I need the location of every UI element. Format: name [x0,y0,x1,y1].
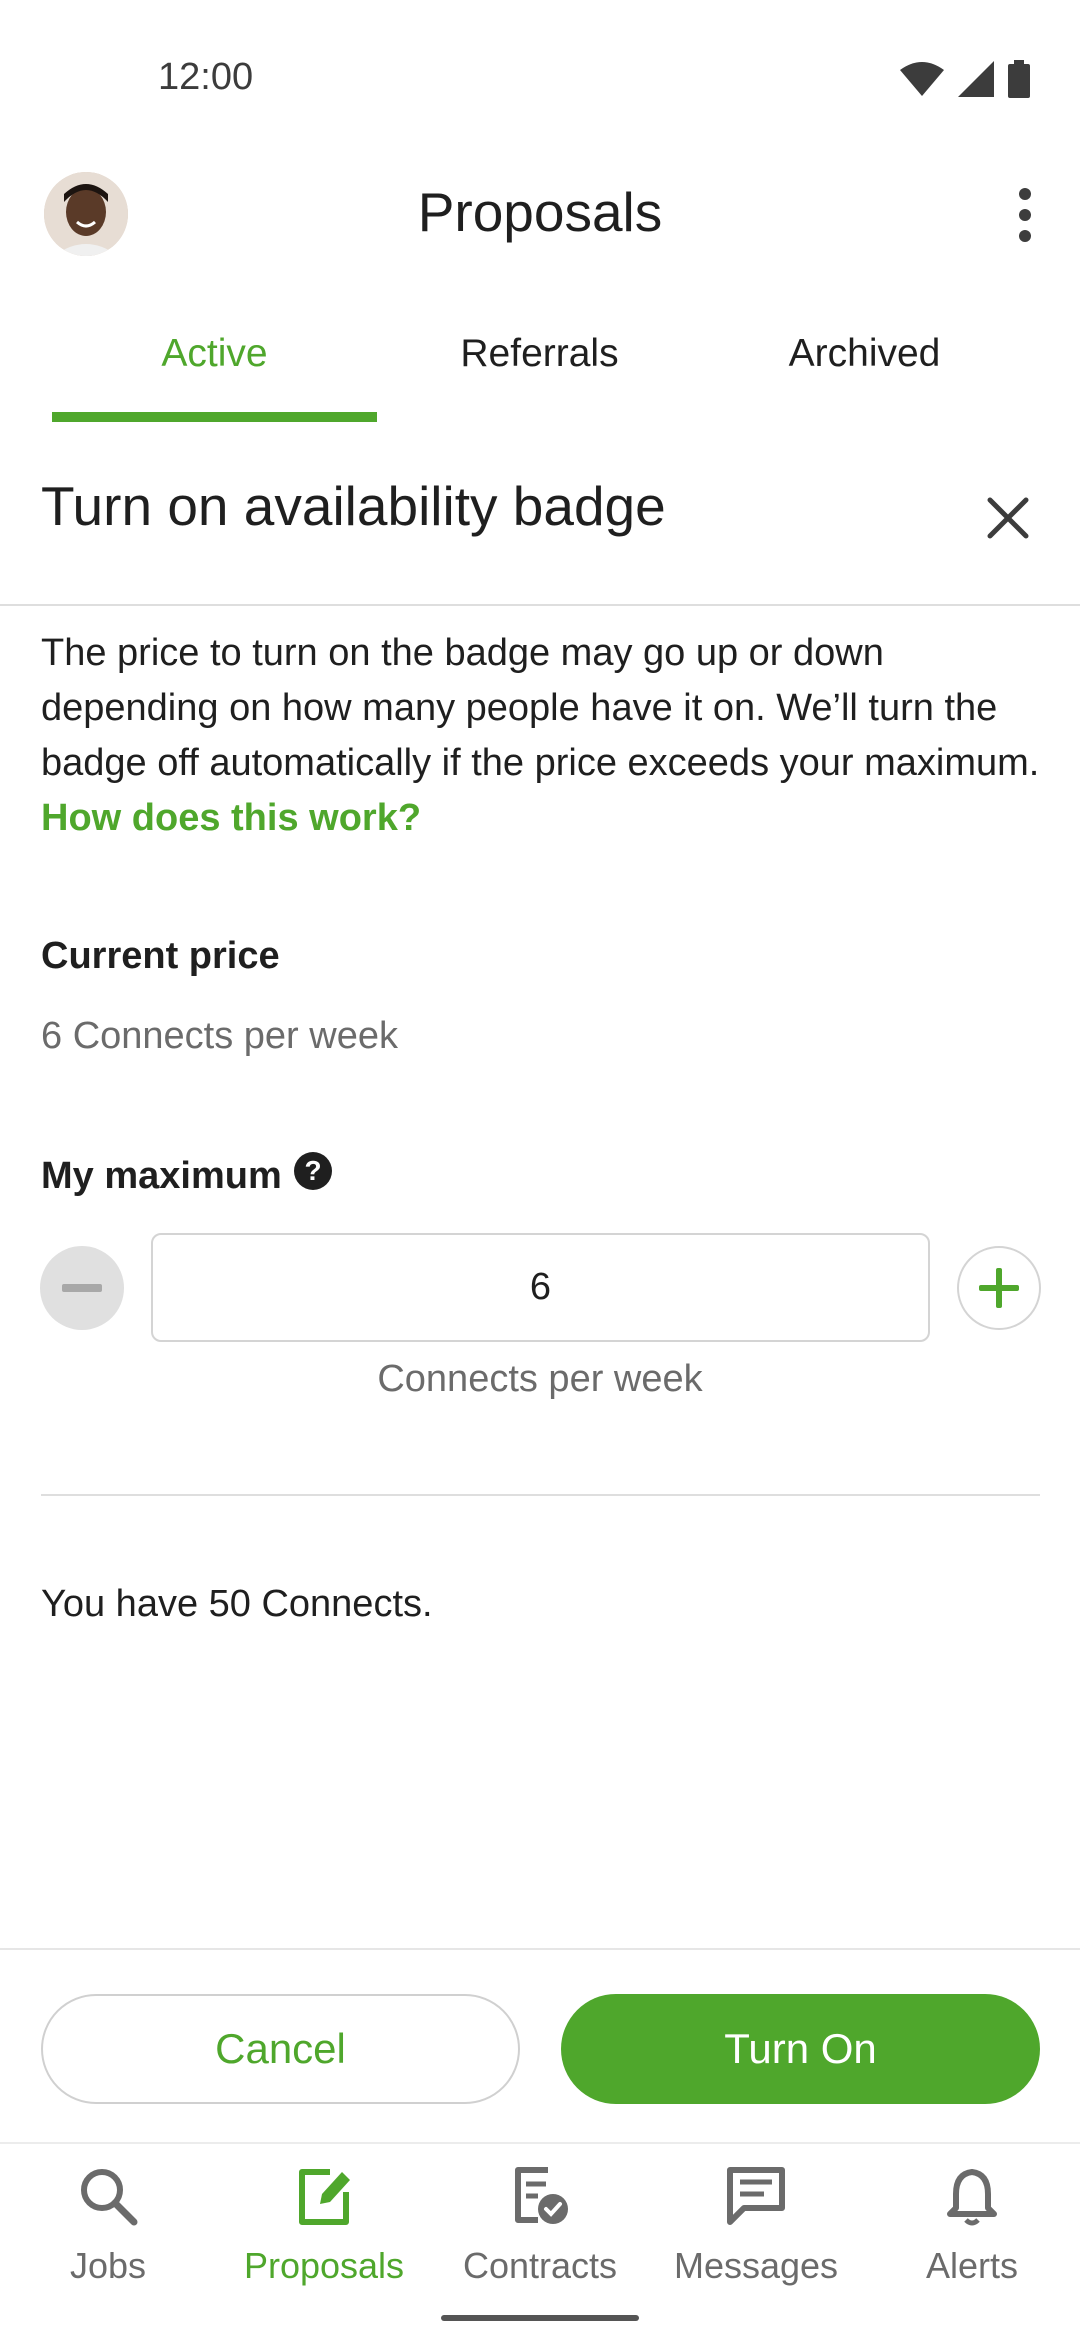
tab-bar: Active Referrals Archived [0,300,1080,422]
help-circle-icon[interactable]: ? [294,1152,332,1190]
page-title: Proposals [417,181,663,243]
maximum-input[interactable]: 6 [151,1233,930,1342]
nav-label: Proposals [243,2245,405,2286]
message-icon [727,2167,785,2225]
battery-icon [1008,60,1030,98]
turn-on-button[interactable]: Turn On [561,1994,1040,2104]
status-time: 12:00 [158,56,254,98]
nav-label: Alerts [925,2245,1019,2286]
cancel-button[interactable]: Cancel [41,1994,520,2104]
search-icon [81,2169,138,2226]
current-price-value: 6 Connects per week [41,1015,398,1057]
description-text: The price to turn on the badge may go up… [41,632,1040,784]
nav-item-messages[interactable]: Messages [648,2164,864,2287]
nav-label: Contracts [462,2245,618,2286]
nav-item-contracts[interactable]: Contracts [432,2164,648,2287]
how-does-this-work-link[interactable]: How does this work? [41,797,421,839]
nav-label: Messages [673,2245,839,2286]
nav-item-jobs[interactable]: Jobs [0,2164,216,2287]
tab-referrals[interactable]: Referrals [377,300,702,422]
status-bar: 12:00 [0,0,1080,160]
sheet-title: Turn on availability badge [41,475,666,537]
badge-description: The price to turn on the badge may go up… [41,626,1041,846]
more-vert-icon[interactable] [990,180,1060,250]
bottom-nav: Jobs Proposals Contracts Messages Alerts [0,2142,1080,2340]
nav-item-proposals[interactable]: Proposals [216,2164,432,2287]
connects-balance: You have 50 Connects. [41,1583,433,1625]
current-price-label: Current price [41,935,280,977]
tab-indicator [52,412,377,422]
wifi-icon [900,62,944,96]
divider [41,1494,1040,1496]
status-icons [900,60,1030,98]
home-indicator[interactable] [441,2315,639,2321]
tab-archived[interactable]: Archived [702,300,1027,422]
decrement-button[interactable] [40,1246,124,1330]
increment-button[interactable] [957,1246,1041,1330]
maximum-unit-label: Connects per week [377,1358,703,1400]
contract-check-icon [515,2167,568,2224]
edit-document-icon [299,2169,350,2225]
menu-dot [1019,230,1031,242]
nav-label: Jobs [69,2245,147,2286]
menu-dot [1019,188,1031,200]
app-bar: Proposals [0,160,1080,270]
menu-dot [1019,209,1031,221]
action-bar: Cancel Turn On [0,1948,1080,2142]
tab-active[interactable]: Active [52,300,377,422]
close-icon[interactable] [976,486,1040,550]
bell-icon [947,2169,997,2226]
my-maximum-label: My maximum [41,1155,282,1197]
sheet-header: Turn on availability badge [0,422,1080,606]
cellular-signal-icon [958,61,994,97]
nav-item-alerts[interactable]: Alerts [864,2164,1080,2287]
